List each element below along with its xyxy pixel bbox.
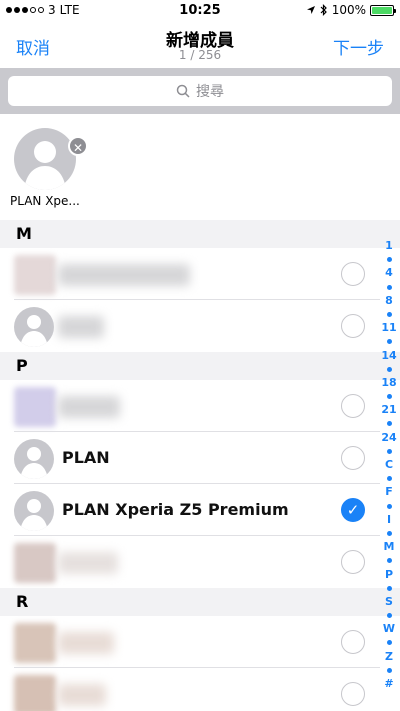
person-avatar-icon bbox=[14, 307, 54, 347]
index-dot bbox=[386, 311, 392, 317]
location-arrow-icon bbox=[306, 6, 315, 14]
select-checkbox[interactable] bbox=[341, 550, 365, 574]
next-button[interactable]: 下一步 bbox=[333, 34, 384, 59]
index-item[interactable]: S bbox=[385, 595, 393, 608]
status-right: 100% bbox=[306, 3, 396, 17]
index-item[interactable]: M bbox=[384, 541, 395, 553]
select-checkbox[interactable] bbox=[341, 630, 365, 654]
section-header-p: P bbox=[0, 352, 400, 380]
section-header-r: R bbox=[0, 588, 400, 616]
index-item[interactable]: P bbox=[385, 568, 393, 581]
contact-photo bbox=[14, 675, 56, 711]
search-icon bbox=[176, 84, 190, 98]
index-dot bbox=[386, 257, 392, 263]
contact-row[interactable]: PLAN bbox=[0, 432, 380, 484]
index-item[interactable]: Z bbox=[385, 650, 393, 663]
redacted-name bbox=[58, 684, 106, 706]
contact-photo bbox=[14, 543, 56, 583]
contact-name: PLAN bbox=[62, 448, 110, 467]
section-header-m: M bbox=[0, 220, 400, 248]
app-screen: 3 LTE 10:25 100% 取消 新增成員 1 / 256 下一步 搜尋 … bbox=[0, 0, 400, 711]
contact-name: PLAN Xperia Z5 Premium bbox=[62, 500, 289, 519]
contact-photo bbox=[14, 255, 56, 295]
search-placeholder: 搜尋 bbox=[196, 84, 224, 100]
index-dot bbox=[386, 613, 392, 619]
index-dot bbox=[386, 558, 392, 564]
battery-icon bbox=[370, 4, 396, 16]
contact-row[interactable] bbox=[0, 536, 380, 588]
index-item[interactable]: # bbox=[384, 678, 393, 690]
search-bar: 搜尋 bbox=[0, 68, 400, 114]
battery-percent: 100% bbox=[331, 3, 366, 17]
remove-selected-button[interactable]: ✕ bbox=[68, 136, 88, 156]
contact-photo bbox=[14, 387, 56, 427]
index-dot bbox=[386, 585, 392, 591]
redacted-name bbox=[58, 316, 104, 338]
contact-row[interactable] bbox=[0, 248, 380, 300]
index-item[interactable]: 18 bbox=[381, 376, 396, 389]
index-item[interactable]: 24 bbox=[381, 431, 396, 444]
index-item[interactable]: 8 bbox=[385, 294, 393, 307]
status-bar: 3 LTE 10:25 100% bbox=[0, 0, 400, 22]
select-checkbox[interactable] bbox=[341, 394, 365, 418]
index-item[interactable]: 11 bbox=[381, 322, 396, 334]
search-input[interactable]: 搜尋 bbox=[8, 76, 392, 106]
index-dot bbox=[386, 667, 392, 673]
index-dot bbox=[386, 448, 392, 454]
redacted-name bbox=[58, 264, 190, 286]
index-item[interactable]: C bbox=[385, 459, 393, 471]
index-dot bbox=[386, 530, 392, 536]
redacted-name bbox=[58, 396, 120, 418]
contact-list[interactable]: M P PLAN PLAN Xperia Z5 Premium ✓ R bbox=[0, 220, 400, 711]
contact-row[interactable] bbox=[0, 380, 380, 432]
select-checkbox[interactable] bbox=[341, 314, 365, 338]
checkmark-icon[interactable]: ✓ bbox=[341, 498, 365, 522]
index-item[interactable]: 21 bbox=[381, 404, 396, 416]
selected-contact-name: PLAN Xpe... bbox=[10, 194, 80, 208]
selected-contacts: ✕ PLAN Xpe... bbox=[0, 114, 400, 220]
index-dot bbox=[386, 640, 392, 646]
bluetooth-icon bbox=[320, 4, 327, 16]
person-avatar-icon bbox=[14, 491, 54, 531]
navigation-bar: 取消 新增成員 1 / 256 下一步 bbox=[0, 22, 400, 68]
contact-row[interactable] bbox=[0, 668, 380, 711]
contact-row-selected[interactable]: PLAN Xperia Z5 Premium ✓ bbox=[0, 484, 380, 536]
section-index[interactable]: 1 4 8 11 14 18 21 24 C F I M P S W Z # bbox=[380, 240, 398, 690]
select-checkbox[interactable] bbox=[341, 682, 365, 706]
index-dot bbox=[386, 339, 392, 345]
index-dot bbox=[386, 394, 392, 400]
select-checkbox[interactable] bbox=[341, 446, 365, 470]
index-item[interactable]: 1 bbox=[385, 240, 393, 252]
person-avatar-icon bbox=[14, 439, 54, 479]
index-item[interactable]: F bbox=[385, 486, 393, 498]
index-item[interactable]: 14 bbox=[381, 349, 396, 362]
redacted-name bbox=[58, 632, 114, 654]
index-dot bbox=[386, 476, 392, 482]
index-item[interactable]: I bbox=[387, 513, 391, 526]
redacted-name bbox=[58, 552, 118, 574]
selected-contact-chip[interactable]: ✕ bbox=[14, 128, 88, 190]
index-dot bbox=[386, 366, 392, 372]
contact-photo bbox=[14, 623, 56, 663]
contact-row[interactable] bbox=[0, 300, 380, 352]
index-dot bbox=[386, 503, 392, 509]
index-dot bbox=[386, 421, 392, 427]
person-avatar-icon bbox=[14, 128, 76, 190]
select-checkbox[interactable] bbox=[341, 262, 365, 286]
index-item[interactable]: W bbox=[383, 623, 395, 635]
contact-row[interactable] bbox=[0, 616, 380, 668]
index-dot bbox=[386, 284, 392, 290]
index-item[interactable]: 4 bbox=[385, 267, 393, 279]
